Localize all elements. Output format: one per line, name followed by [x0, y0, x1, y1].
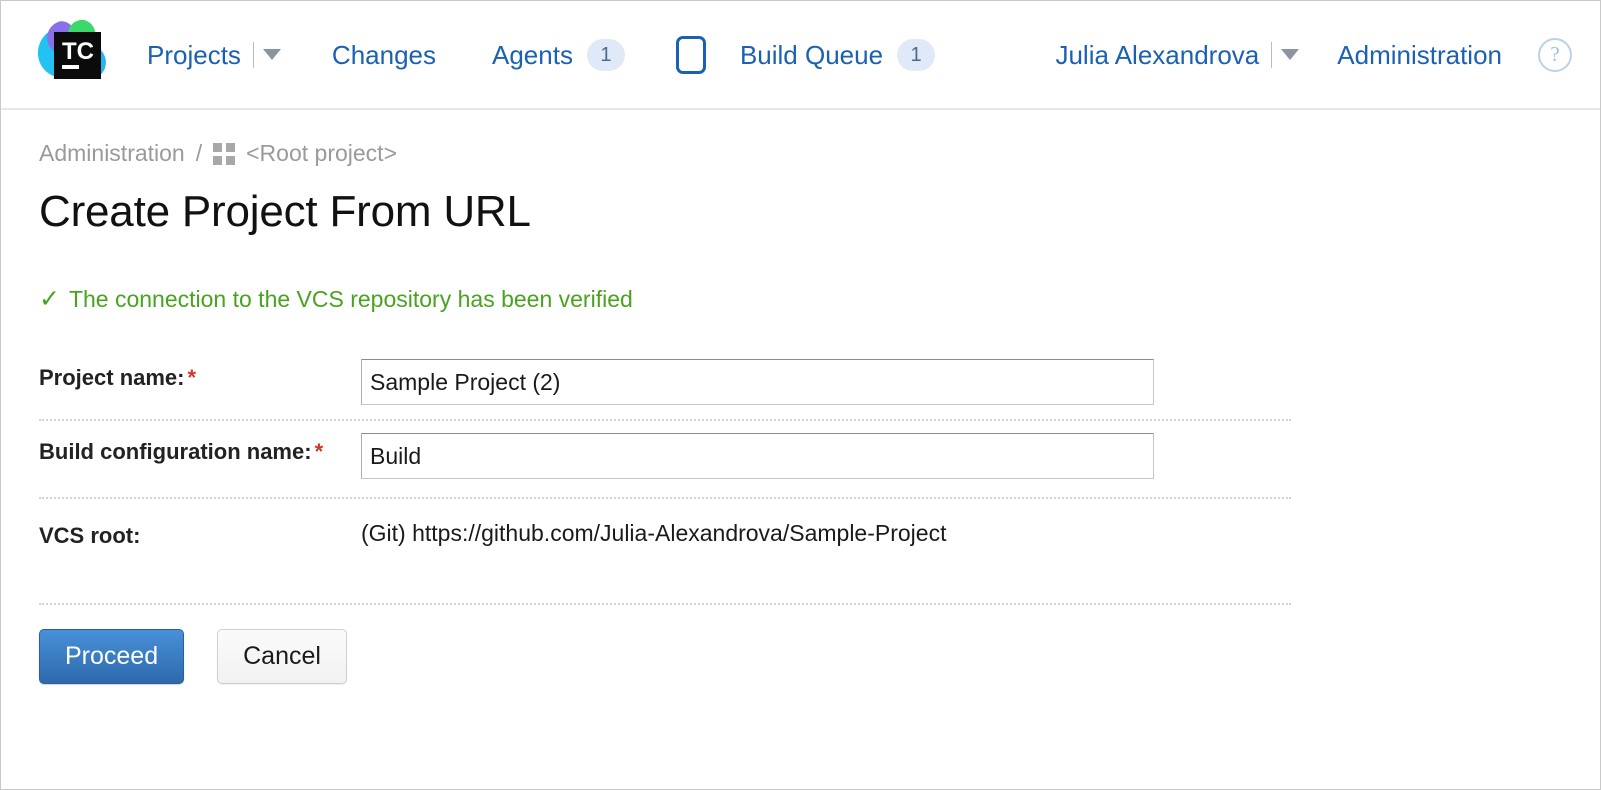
- teamcity-logo[interactable]: TC: [28, 12, 114, 98]
- user-name-label: Julia Alexandrova: [1055, 39, 1260, 70]
- page-content: Administration / <Root project> Create P…: [1, 140, 1600, 684]
- success-message-text: The connection to the VCS repository has…: [68, 286, 633, 312]
- form-actions: Proceed Cancel: [39, 629, 1600, 684]
- build-configuration-name-input[interactable]: [361, 433, 1154, 479]
- project-name-label-text: Project name:: [39, 365, 185, 390]
- nav-right-group: Julia Alexandrova Administration ?: [1055, 37, 1572, 72]
- teamcity-page: TC Projects Changes Agents 1 Build Queue…: [0, 0, 1601, 790]
- user-chevron-down-icon[interactable]: [1281, 49, 1300, 60]
- create-project-form: Project name:* Build configuration name:…: [39, 351, 1291, 605]
- breadcrumb: Administration / <Root project>: [39, 140, 1600, 167]
- user-divider: [1271, 41, 1273, 68]
- agent-status-box-icon[interactable]: [675, 35, 706, 74]
- form-row-project-name: Project name: *: [39, 351, 1291, 421]
- top-header: TC Projects Changes Agents 1 Build Queue…: [1, 1, 1600, 110]
- cancel-button[interactable]: Cancel: [217, 629, 347, 684]
- build-configuration-name-label: Build configuration name: *: [39, 433, 361, 471]
- nav-item-changes[interactable]: Changes: [332, 42, 436, 68]
- nav-build-queue-label: Build Queue: [739, 39, 884, 70]
- project-name-required-marker: *: [187, 365, 197, 390]
- svg-text:TC: TC: [62, 38, 94, 65]
- project-name-label: Project name: *: [39, 359, 361, 397]
- vcs-root-label: VCS root:: [39, 523, 141, 548]
- chevron-down-icon[interactable]: [262, 49, 281, 60]
- form-row-vcs-root: VCS root: (Git) https://github.com/Julia…: [39, 499, 1291, 605]
- build-configuration-name-label-text: Build configuration name:: [39, 439, 312, 464]
- projects-divider: [252, 41, 254, 68]
- vcs-root-value-wrap: (Git) https://github.com/Julia-Alexandro…: [361, 517, 1291, 549]
- nav-item-projects[interactable]: Projects: [147, 39, 281, 70]
- project-name-field-wrap: [361, 359, 1291, 405]
- nav-projects-label: Projects: [147, 39, 241, 70]
- proceed-button[interactable]: Proceed: [39, 629, 185, 684]
- checkmark-icon: ✓: [39, 285, 60, 313]
- nav-item-administration[interactable]: Administration: [1337, 42, 1502, 68]
- success-message: ✓ The connection to the VCS repository h…: [39, 284, 1600, 314]
- build-configuration-required-marker: *: [314, 439, 324, 464]
- main-navigation: Projects Changes Agents 1 Build Queue 1: [114, 1, 1600, 108]
- help-question-icon[interactable]: ?: [1538, 37, 1572, 72]
- project-grid-icon: [213, 142, 236, 165]
- administration-label: Administration: [1337, 39, 1502, 70]
- nav-item-user-menu[interactable]: Julia Alexandrova: [1055, 39, 1300, 70]
- breadcrumb-administration[interactable]: Administration: [39, 140, 185, 167]
- nav-left-group: Projects Changes Agents 1 Build Queue 1: [147, 35, 936, 74]
- nav-item-agents[interactable]: Agents 1: [492, 38, 625, 71]
- nav-changes-label: Changes: [331, 39, 436, 70]
- form-row-build-configuration-name: Build configuration name: *: [39, 421, 1291, 499]
- project-name-input[interactable]: [361, 359, 1154, 405]
- build-queue-count-badge: 1: [897, 38, 936, 71]
- agents-count-badge: 1: [586, 38, 625, 71]
- breadcrumb-root-project[interactable]: <Root project>: [246, 140, 397, 167]
- build-configuration-field-wrap: [361, 433, 1291, 479]
- page-title: Create Project From URL: [39, 187, 531, 236]
- nav-item-build-queue[interactable]: Build Queue 1: [739, 38, 936, 71]
- nav-agents-label: Agents: [492, 39, 573, 70]
- teamcity-logo-icon: TC: [37, 19, 106, 79]
- breadcrumb-separator: /: [195, 140, 203, 166]
- vcs-root-value: (Git) https://github.com/Julia-Alexandro…: [361, 520, 947, 546]
